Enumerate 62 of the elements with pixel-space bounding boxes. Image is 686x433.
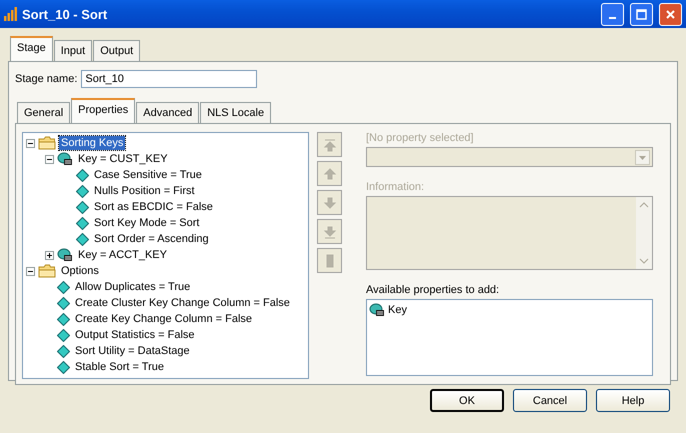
scrollbar[interactable] xyxy=(636,197,652,270)
diamond-icon xyxy=(76,184,89,198)
tree-item[interactable]: Stable Sort = True xyxy=(73,360,166,374)
field-label: Stage name: xyxy=(15,73,78,85)
folder-icon xyxy=(38,264,56,278)
maximize-button[interactable] xyxy=(630,2,653,26)
property-select-label: [No property selected] xyxy=(366,132,475,144)
property-dropdown[interactable] xyxy=(366,147,653,168)
bar-chart-icon xyxy=(4,7,18,21)
tree-item[interactable]: Key = ACCT_KEY xyxy=(76,248,169,262)
tree-item[interactable]: Sort Utility = DataStage xyxy=(73,344,192,358)
minimize-icon xyxy=(609,17,616,19)
diamond-icon xyxy=(57,344,70,358)
move-bottom-icon xyxy=(322,224,338,240)
close-button[interactable] xyxy=(659,2,682,26)
arrow-up-icon xyxy=(322,166,338,182)
window-title: Sort_10 - Sort xyxy=(22,6,108,22)
arrow-down-icon xyxy=(322,194,338,210)
tree-item[interactable]: Create Cluster Key Change Column = False xyxy=(73,296,292,310)
expand-icon[interactable] xyxy=(45,250,54,260)
tree-item[interactable]: Create Key Change Column = False xyxy=(73,312,254,326)
close-icon xyxy=(665,8,676,20)
diamond-icon xyxy=(76,168,89,182)
diamond-icon xyxy=(57,312,70,326)
tab[interactable]: General xyxy=(17,102,70,123)
stage-name-field[interactable]: Sort_10 xyxy=(81,70,258,88)
list-item[interactable]: Key xyxy=(388,304,407,316)
folder-icon xyxy=(38,136,56,150)
tree-item[interactable]: Key = CUST_KEY xyxy=(76,152,170,166)
maximize-icon xyxy=(636,8,647,20)
tab[interactable]: Input xyxy=(54,40,92,61)
tree-item[interactable]: Sort as EBCDIC = False xyxy=(92,200,215,214)
tree-item[interactable]: Sort Order = Ascending xyxy=(92,232,211,246)
information-label: Information: xyxy=(366,181,426,194)
tree-item[interactable]: Output Statistics = False xyxy=(73,328,197,342)
tree-item[interactable]: Sort Key Mode = Sort xyxy=(92,216,202,230)
tab[interactable]: Properties xyxy=(71,98,136,123)
collapse-icon[interactable] xyxy=(45,154,54,164)
collapse-icon[interactable] xyxy=(26,266,35,276)
move-top-icon xyxy=(322,136,338,152)
tree-item[interactable]: Case Sensitive = True xyxy=(92,168,204,182)
tree-item[interactable]: Allow Duplicates = True xyxy=(73,280,192,294)
tree-item[interactable]: Sorting Keys xyxy=(59,136,126,150)
diamond-icon xyxy=(57,296,70,310)
diamond-icon xyxy=(57,280,70,294)
tree-item[interactable]: Nulls Position = First xyxy=(92,184,197,198)
diamond-icon xyxy=(57,328,70,342)
diamond-icon xyxy=(76,232,89,246)
tab[interactable]: Output xyxy=(93,40,140,61)
minimize-button[interactable] xyxy=(601,2,624,26)
dialog-button[interactable]: OK xyxy=(430,389,504,412)
tree-item[interactable]: Options xyxy=(59,264,101,278)
dialog-button[interactable]: Cancel xyxy=(513,389,587,412)
available-label: Available properties to add: xyxy=(366,284,500,296)
collapse-icon[interactable] xyxy=(26,138,35,148)
tab[interactable]: Advanced xyxy=(136,102,200,123)
diamond-icon xyxy=(57,360,70,374)
dialog-button[interactable]: Help xyxy=(596,389,670,412)
diamond-icon xyxy=(76,200,89,214)
tab[interactable]: Stage xyxy=(10,36,53,61)
diamond-icon xyxy=(76,216,89,230)
tab[interactable]: NLS Locale xyxy=(200,102,272,123)
